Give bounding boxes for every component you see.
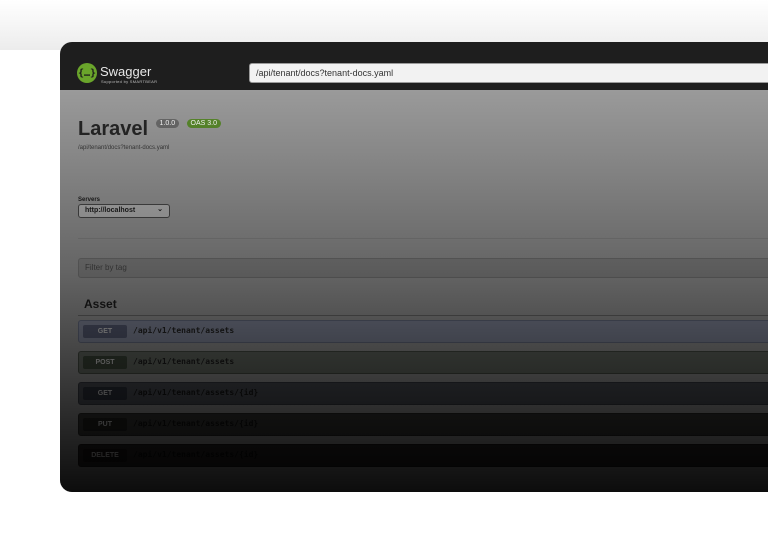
spec-link[interactable]: /api/tenant/docs?tenant-docs.yaml [78,145,169,151]
operation-row[interactable]: DELETE /api/v1/tenant/assets/{id} [78,444,768,467]
swagger-logo-icon: {…} [77,63,97,83]
operation-path: /api/v1/tenant/assets [133,326,235,335]
spec-url-input[interactable]: /api/tenant/docs?tenant-docs.yaml [249,63,768,83]
method-badge: GET [83,325,127,338]
docs-content: Laravel 1.0.0 OAS 3.0 /api/tenant/docs?t… [60,90,768,492]
api-title: Laravel [78,118,149,140]
divider [78,238,768,239]
chevron-down-icon: ⌄ [157,206,163,213]
operation-row[interactable]: PUT /api/v1/tenant/assets/{id} [78,413,768,436]
operation-path: /api/v1/tenant/assets/{id} [133,388,259,397]
tag-section-title[interactable]: Asset [84,297,117,311]
swagger-topbar: {…} Swagger Supported by SMARTBEAR /api/… [60,42,768,90]
servers-select[interactable]: http://localhost ⌄ [78,204,170,218]
operation-row[interactable]: POST /api/v1/tenant/assets [78,351,768,374]
servers-selected-value: http://localhost [85,207,136,214]
browser-window: {…} Swagger Supported by SMARTBEAR /api/… [60,42,768,492]
operation-path: /api/v1/tenant/assets/{id} [133,450,259,459]
operation-row[interactable]: GET /api/v1/tenant/assets/{id} [78,382,768,405]
method-badge: DELETE [83,449,127,462]
method-badge: PUT [83,418,127,431]
oas-badge: OAS 3.0 [186,119,222,128]
method-badge: GET [83,387,127,400]
servers-label: Servers [78,197,101,203]
operation-row[interactable]: GET /api/v1/tenant/assets [78,320,768,343]
section-divider [78,315,768,316]
version-badge: 1.0.0 [155,119,180,128]
logo-subtitle: Supported by SMARTBEAR [101,79,158,84]
operation-path: /api/v1/tenant/assets [133,357,235,366]
operation-path: /api/v1/tenant/assets/{id} [133,419,259,428]
logo-title: Swagger [100,64,152,79]
swagger-logo[interactable]: {…} Swagger Supported by SMARTBEAR [77,63,157,85]
api-title-row: Laravel 1.0.0 OAS 3.0 [78,118,222,141]
filter-by-tag-input[interactable]: Filter by tag [78,258,768,278]
method-badge: POST [83,356,127,369]
